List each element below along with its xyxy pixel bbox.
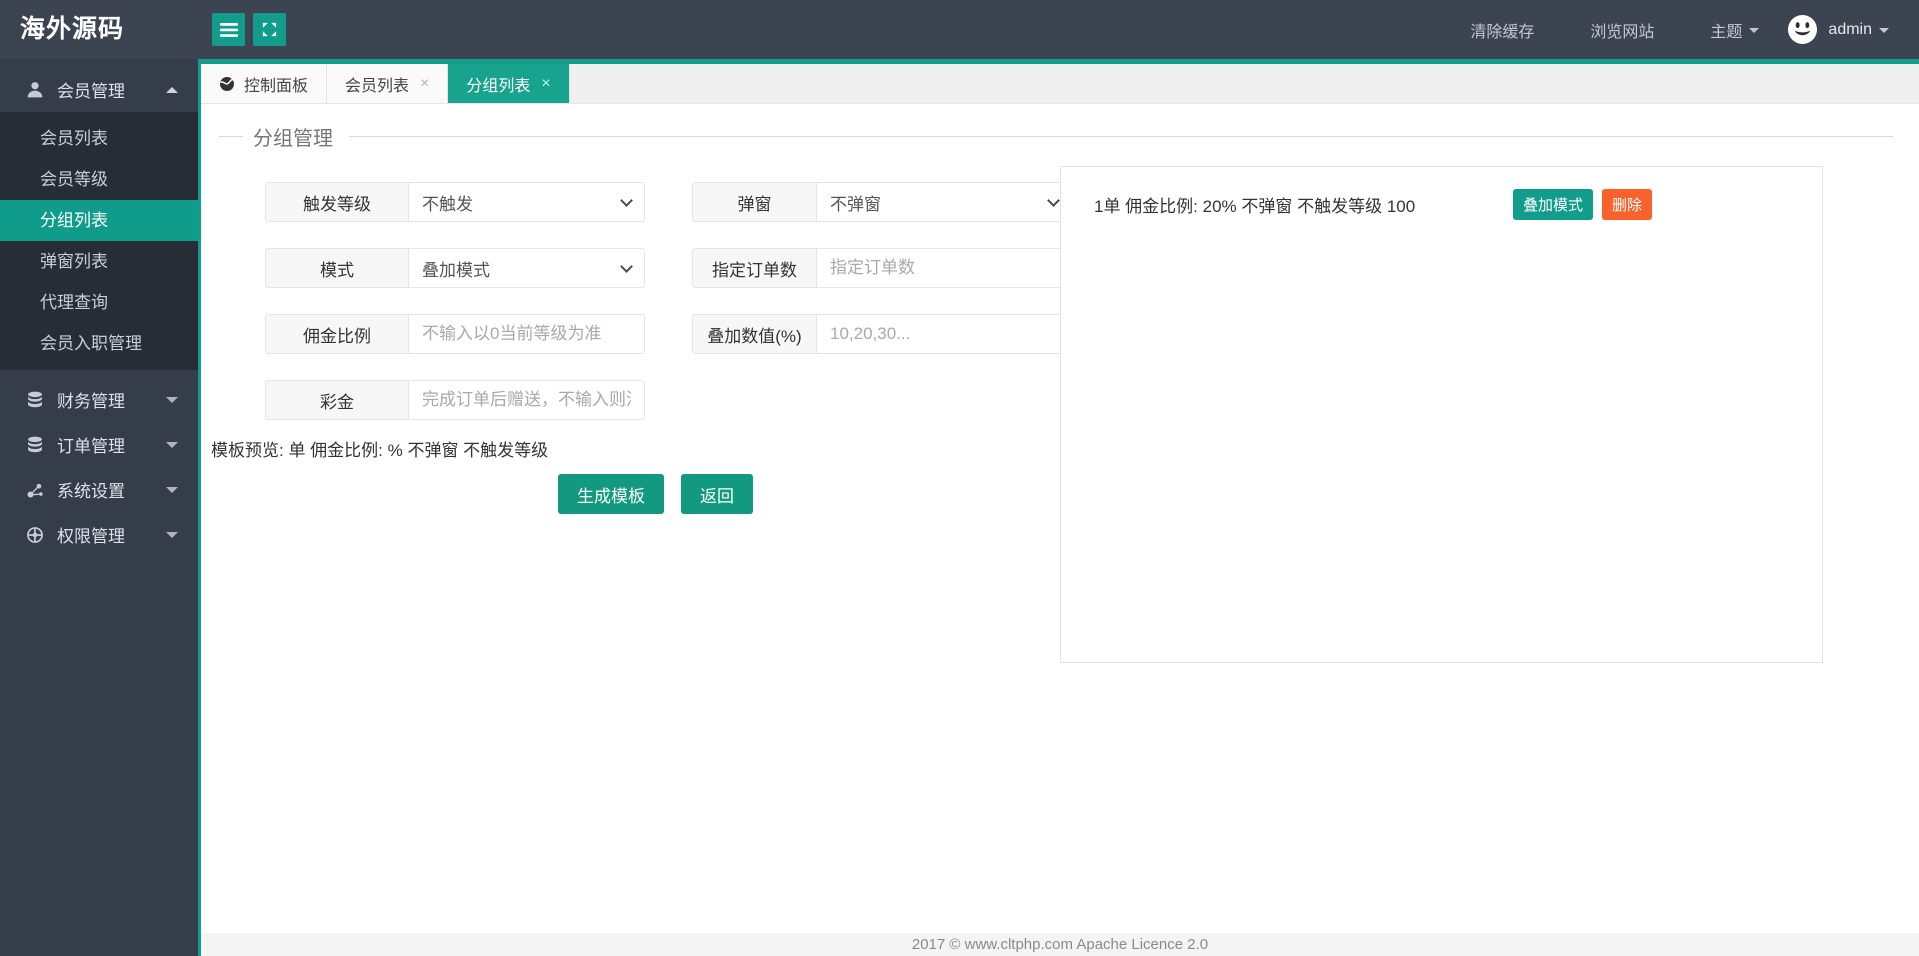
sidebar-item-member-management[interactable]: 会员管理 bbox=[0, 67, 198, 112]
template-list-panel: 1单 佣金比例: 20% 不弹窗 不触发等级 100 叠加模式 删除 bbox=[1060, 166, 1823, 663]
select-value: 叠加模式 bbox=[422, 260, 490, 280]
dashboard-icon bbox=[219, 76, 235, 92]
stack-value-input[interactable] bbox=[817, 324, 1071, 344]
field-mode: 模式 叠加模式 bbox=[265, 248, 645, 288]
content-area: 控制面板 会员列表 × 分组列表 × 分组管理 触发等级 不触发 弹窗 不弹窗 … bbox=[198, 59, 1919, 956]
field-label: 弹窗 bbox=[693, 183, 817, 221]
caret-up-icon bbox=[166, 86, 178, 93]
app-logo: 海外源码 bbox=[0, 0, 198, 59]
clear-cache-link[interactable]: 清除缓存 bbox=[1470, 18, 1534, 42]
sidebar-item-system-settings[interactable]: 系统设置 bbox=[0, 467, 198, 512]
page-title: 分组管理 bbox=[219, 120, 1893, 152]
browse-site-link[interactable]: 浏览网站 bbox=[1590, 18, 1654, 42]
header-actions: 清除缓存 浏览网站 主题 admin bbox=[1414, 14, 1889, 45]
globe-icon bbox=[26, 526, 44, 544]
tab-label: 分组列表 bbox=[466, 77, 531, 95]
username: admin bbox=[1828, 20, 1872, 38]
sidebar-item-finance-management[interactable]: 财务管理 bbox=[0, 377, 198, 422]
field-label: 触发等级 bbox=[266, 183, 409, 221]
field-label: 佣金比例 bbox=[266, 315, 409, 353]
close-icon[interactable]: × bbox=[420, 75, 429, 92]
template-item-text: 1单 佣金比例: 20% 不弹窗 不触发等级 100 bbox=[1094, 197, 1416, 216]
generate-template-button[interactable]: 生成模板 bbox=[558, 474, 664, 514]
sidebar-item-label: 系统设置 bbox=[57, 482, 125, 501]
select-value: 不弹窗 bbox=[830, 194, 881, 214]
close-icon[interactable]: × bbox=[541, 75, 550, 92]
user-icon bbox=[26, 81, 44, 99]
order-count-input[interactable] bbox=[817, 258, 1071, 278]
topbar: 清除缓存 浏览网站 主题 admin bbox=[198, 0, 1919, 59]
tab-bar: 控制面板 会员列表 × 分组列表 × bbox=[201, 64, 1919, 104]
sidebar-item-label: 财务管理 bbox=[57, 392, 125, 411]
group-form: 触发等级 不触发 弹窗 不弹窗 模式 叠加模式 指定订单数 指定订单数 佣金比例… bbox=[265, 182, 1072, 420]
sidebar-subitem-member-entry[interactable]: 会员入职管理 bbox=[0, 323, 198, 364]
sidebar-subitem-member-level[interactable]: 会员等级 bbox=[0, 159, 198, 200]
caret-down-icon bbox=[166, 441, 178, 448]
theme-label: 主题 bbox=[1710, 23, 1743, 41]
sidebar-subitem-popup-list[interactable]: 弹窗列表 bbox=[0, 241, 198, 282]
delete-button[interactable]: 删除 bbox=[1601, 189, 1652, 220]
field-popup: 弹窗 不弹窗 bbox=[692, 182, 1072, 222]
sidebar-subitem-agent-query[interactable]: 代理查询 bbox=[0, 282, 198, 323]
sidebar-item-label: 会员管理 bbox=[57, 82, 125, 101]
trigger-level-select[interactable]: 不触发 bbox=[409, 183, 644, 221]
field-label: 指定订单数 bbox=[693, 249, 817, 287]
menu-toggle-button[interactable] bbox=[212, 13, 245, 46]
tab-label: 会员列表 bbox=[345, 77, 410, 95]
field-label: 彩金 bbox=[266, 381, 409, 419]
footer-text: 2017 © www.cltphp.com Apache Licence 2.0 bbox=[911, 936, 1209, 953]
tab-dashboard[interactable]: 控制面板 bbox=[201, 64, 328, 103]
popup-select[interactable]: 不弹窗 bbox=[817, 183, 1071, 221]
caret-down-icon bbox=[166, 396, 178, 403]
user-dropdown[interactable]: admin bbox=[1828, 21, 1889, 39]
sidebar: 海外源码 会员管理 会员列表 会员等级 分组列表 弹窗列表 代理查询 会员入职管… bbox=[0, 0, 198, 956]
theme-dropdown[interactable]: 主题 bbox=[1710, 18, 1760, 42]
database-icon bbox=[26, 391, 44, 409]
bonus-input[interactable] bbox=[409, 390, 644, 410]
footer: 2017 © www.cltphp.com Apache Licence 2.0 bbox=[201, 933, 1919, 956]
field-stack-value: 叠加数值(%) bbox=[692, 314, 1072, 354]
hamburger-icon bbox=[219, 22, 238, 37]
sidebar-item-order-management[interactable]: 订单管理 bbox=[0, 422, 198, 467]
template-item: 1单 佣金比例: 20% 不弹窗 不触发等级 100 叠加模式 删除 bbox=[1094, 177, 1652, 232]
caret-down-icon bbox=[1879, 28, 1889, 33]
field-label: 叠加数值(%) bbox=[693, 315, 817, 353]
sidebar-item-label: 订单管理 bbox=[57, 437, 125, 456]
tab-group-list[interactable]: 分组列表 × bbox=[448, 64, 570, 103]
commission-ratio-input[interactable] bbox=[409, 324, 644, 344]
chevron-down-icon bbox=[620, 260, 633, 273]
field-order-count: 指定订单数 bbox=[692, 248, 1072, 288]
caret-down-icon bbox=[166, 486, 178, 493]
back-button[interactable]: 返回 bbox=[681, 474, 753, 514]
chevron-down-icon bbox=[1047, 194, 1060, 207]
sidebar-item-label: 权限管理 bbox=[57, 527, 125, 546]
nodes-icon bbox=[26, 481, 44, 499]
expand-icon bbox=[261, 21, 278, 38]
field-trigger-level: 触发等级 不触发 bbox=[265, 182, 645, 222]
field-bonus: 彩金 bbox=[265, 380, 645, 420]
member-management-submenu: 会员列表 会员等级 分组列表 弹窗列表 代理查询 会员入职管理 bbox=[0, 112, 198, 370]
caret-down-icon bbox=[166, 531, 178, 538]
fullscreen-button[interactable] bbox=[253, 13, 286, 46]
sidebar-subitem-member-list[interactable]: 会员列表 bbox=[0, 118, 198, 159]
stack-mode-badge: 叠加模式 bbox=[1512, 189, 1593, 220]
tab-label: 控制面板 bbox=[244, 77, 309, 95]
sidebar-subitem-group-list[interactable]: 分组列表 bbox=[0, 200, 198, 241]
select-value: 不触发 bbox=[422, 194, 473, 214]
chevron-down-icon bbox=[620, 194, 633, 207]
field-commission-ratio: 佣金比例 bbox=[265, 314, 645, 354]
field-label: 模式 bbox=[266, 249, 409, 287]
tab-member-list[interactable]: 会员列表 × bbox=[327, 64, 449, 103]
sidebar-item-permission-management[interactable]: 权限管理 bbox=[0, 512, 198, 557]
database-icon bbox=[26, 436, 44, 454]
mode-select[interactable]: 叠加模式 bbox=[409, 249, 644, 287]
avatar[interactable] bbox=[1787, 14, 1818, 45]
caret-down-icon bbox=[1749, 28, 1760, 33]
main-panel: 分组管理 触发等级 不触发 弹窗 不弹窗 模式 叠加模式 指定订单数 指定订单数… bbox=[201, 104, 1919, 933]
